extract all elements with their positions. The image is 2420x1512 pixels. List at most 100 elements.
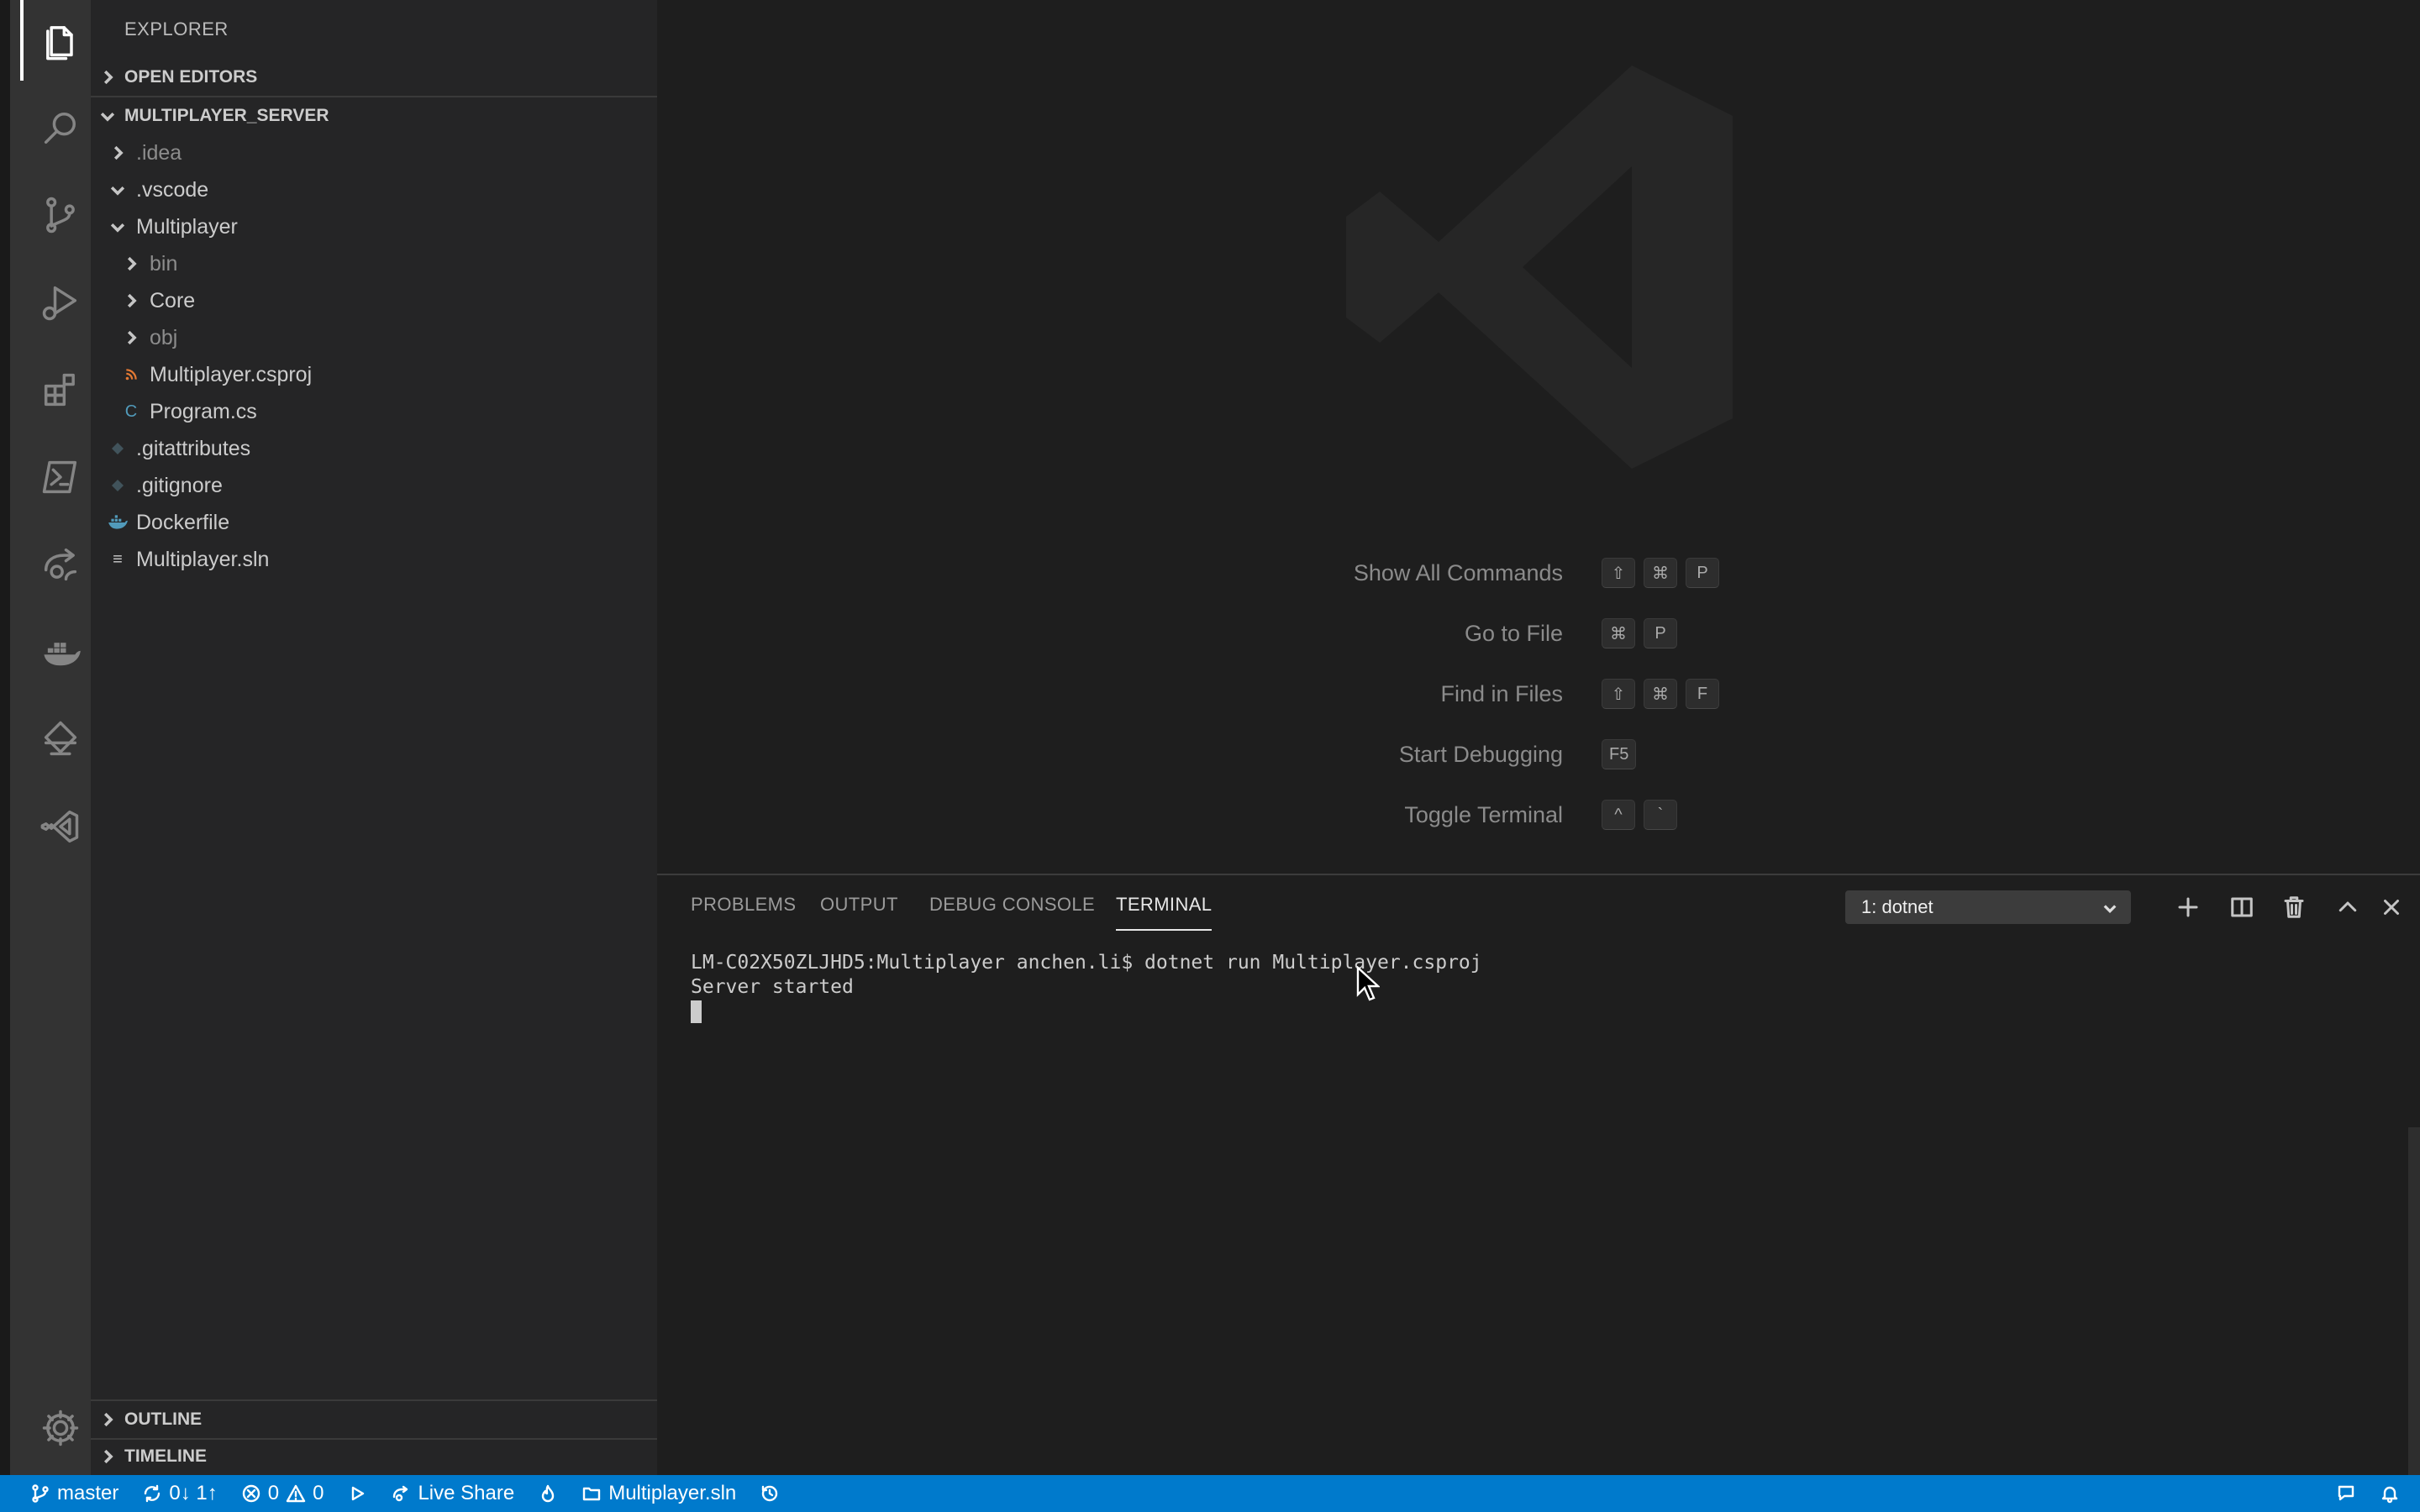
shortcut-row[interactable]: Show All Commands ⇧ ⌘ P bbox=[657, 554, 2420, 591]
explorer-icon[interactable] bbox=[20, 0, 101, 81]
git-icon bbox=[106, 479, 129, 492]
chevron-right-icon bbox=[91, 1410, 124, 1429]
visual-studio-icon[interactable] bbox=[20, 786, 101, 867]
shortcut-label: Start Debugging bbox=[1398, 741, 1563, 767]
outline-section[interactable]: OUTLINE bbox=[91, 1401, 657, 1438]
history-status[interactable] bbox=[748, 1475, 792, 1512]
sync-status[interactable]: 0↓ 1↑ bbox=[130, 1475, 229, 1512]
play-icon bbox=[352, 1486, 365, 1501]
tree-item-label: obj bbox=[150, 325, 178, 349]
terminal-cursor bbox=[691, 1000, 702, 1023]
tab-terminal[interactable]: TERMINAL bbox=[1116, 894, 1213, 931]
tree-folder[interactable]: .idea bbox=[91, 134, 657, 171]
tree-folder[interactable]: Multiplayer bbox=[91, 208, 657, 245]
problems-status[interactable]: 0 0 bbox=[229, 1475, 336, 1512]
bottom-panel: PROBLEMS OUTPUT DEBUG CONSOLE TERMINAL 1: d… bbox=[657, 874, 2420, 1475]
tree-file[interactable]: Dockerfile bbox=[91, 504, 657, 541]
tree-item-label: Multiplayer bbox=[136, 214, 238, 239]
sync-icon bbox=[145, 1484, 160, 1503]
docker-icon[interactable] bbox=[20, 612, 101, 692]
flame-icon bbox=[542, 1484, 555, 1503]
run-debug-icon[interactable] bbox=[20, 262, 101, 343]
git-icon bbox=[106, 442, 129, 455]
close-icon bbox=[2384, 900, 2399, 915]
new-terminal-button[interactable] bbox=[2168, 887, 2208, 927]
split-icon bbox=[2231, 897, 2253, 917]
folder-icon bbox=[583, 1487, 601, 1501]
shortcut-row[interactable]: Find in Files ⇧ ⌘ F bbox=[657, 675, 2420, 712]
feedback-icon bbox=[2338, 1485, 2354, 1501]
tab-output[interactable]: OUTPUT bbox=[820, 894, 898, 931]
keybinding-key: ⌘ bbox=[1602, 618, 1635, 648]
tree-folder[interactable]: Core bbox=[91, 282, 657, 319]
explorer-sidebar: EXPLORER OPEN EDITORS MULTIPLAYER_SERVER… bbox=[91, 0, 657, 1475]
chevron-down-icon bbox=[106, 218, 129, 236]
split-terminal-button[interactable] bbox=[2222, 887, 2262, 927]
shortcut-keys: ⌘ P bbox=[1602, 618, 1677, 648]
shortcut-keys: ⇧ ⌘ P bbox=[1602, 558, 1719, 588]
shortcut-label: Go to File bbox=[1464, 620, 1563, 646]
search-icon[interactable] bbox=[20, 87, 101, 168]
live-share-icon bbox=[393, 1485, 408, 1502]
kubernetes-icon[interactable] bbox=[20, 699, 101, 780]
shortcut-keys: ⇧ ⌘ F bbox=[1602, 679, 1719, 709]
terminal-scrollbar[interactable] bbox=[2408, 1127, 2420, 1475]
tree-item-label: .gitignore bbox=[136, 473, 223, 497]
shortcut-row[interactable]: Toggle Terminal ^ ` bbox=[657, 796, 2420, 833]
keybinding-key: ⌘ bbox=[1644, 679, 1677, 709]
source-control-icon[interactable] bbox=[20, 175, 101, 255]
powershell-icon[interactable] bbox=[20, 437, 101, 517]
chevron-right-icon bbox=[119, 255, 143, 273]
lines-icon: ≡ bbox=[113, 549, 123, 569]
bell-icon bbox=[2381, 1486, 2398, 1504]
git-branch-icon bbox=[32, 1484, 49, 1503]
csharp-icon: C bbox=[124, 402, 138, 421]
branch-status[interactable]: master bbox=[0, 1475, 130, 1512]
chevron-up-icon bbox=[2338, 901, 2357, 912]
tab-debug-console[interactable]: DEBUG CONSOLE bbox=[929, 894, 1095, 931]
chevron-right-icon bbox=[106, 144, 129, 162]
error-icon bbox=[242, 1484, 260, 1503]
tree-item-label: .gitattributes bbox=[136, 436, 251, 460]
extensions-icon[interactable] bbox=[20, 349, 101, 430]
flame-status[interactable] bbox=[526, 1475, 570, 1512]
chevron-right-icon bbox=[119, 291, 143, 310]
warning-icon bbox=[286, 1484, 306, 1503]
tree-folder[interactable]: .vscode bbox=[91, 171, 657, 208]
live-share-status[interactable]: Live Share bbox=[379, 1475, 526, 1512]
chevron-right-icon bbox=[119, 328, 143, 347]
tab-problems[interactable]: PROBLEMS bbox=[691, 894, 796, 931]
solution-status[interactable]: Multiplayer.sln bbox=[570, 1475, 748, 1512]
tree-file[interactable]: ≡ Multiplayer.sln bbox=[91, 541, 657, 578]
tree-file[interactable]: .gitattributes bbox=[91, 430, 657, 467]
status-bar-right bbox=[2324, 1475, 2412, 1512]
chevron-down-icon bbox=[91, 107, 124, 125]
shortcut-row[interactable]: Go to File ⌘ P bbox=[657, 615, 2420, 652]
feedback-status[interactable] bbox=[2324, 1475, 2368, 1512]
settings-gear-icon[interactable] bbox=[20, 1388, 101, 1468]
tree-folder[interactable]: bin bbox=[91, 245, 657, 282]
tree-item-label: bin bbox=[150, 251, 178, 276]
notifications-status[interactable] bbox=[2368, 1475, 2412, 1512]
tree-item-label: .vscode bbox=[136, 177, 209, 202]
kill-terminal-button[interactable] bbox=[2274, 887, 2314, 927]
tree-file[interactable]: .gitignore bbox=[91, 467, 657, 504]
keybinding-key: F bbox=[1686, 679, 1719, 709]
close-panel-button[interactable] bbox=[2371, 887, 2412, 927]
timeline-section[interactable]: TIMELINE bbox=[91, 1438, 657, 1475]
tree-item-label: Program.cs bbox=[150, 399, 257, 423]
live-share-icon[interactable] bbox=[20, 524, 101, 605]
tree-folder[interactable]: obj bbox=[91, 319, 657, 356]
shortcut-row[interactable]: Start Debugging F5 bbox=[657, 736, 2420, 773]
tree-file[interactable]: Multiplayer.csproj bbox=[91, 356, 657, 393]
project-section[interactable]: MULTIPLAYER_SERVER bbox=[91, 97, 657, 134]
tree-file[interactable]: C Program.cs bbox=[91, 393, 657, 430]
maximize-panel-button[interactable] bbox=[2328, 887, 2368, 927]
run-status[interactable] bbox=[335, 1475, 379, 1512]
history-icon bbox=[762, 1485, 778, 1502]
terminal-select[interactable]: 1: dotnet bbox=[1845, 890, 2131, 924]
open-editors-section[interactable]: OPEN EDITORS bbox=[91, 59, 657, 96]
keybinding-key: ⇧ bbox=[1602, 558, 1635, 588]
trash-icon bbox=[2284, 896, 2304, 918]
chevron-down-icon bbox=[106, 181, 129, 199]
